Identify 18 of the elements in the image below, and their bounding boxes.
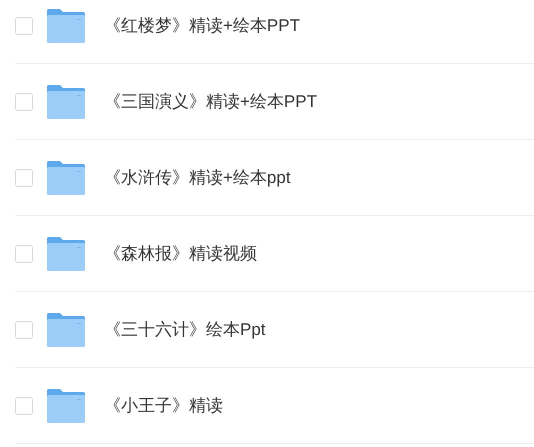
folder-icon — [47, 84, 85, 118]
file-name[interactable]: 《水浒传》精读+绘本ppt — [104, 164, 291, 190]
folder-icon — [47, 388, 85, 422]
file-name[interactable]: 《三十六计》绘本Ppt — [104, 316, 266, 342]
file-name[interactable]: 《红楼梦》精读+绘本PPT — [104, 12, 300, 38]
folder-icon — [47, 8, 85, 42]
checkbox[interactable] — [15, 244, 33, 262]
file-name[interactable]: 《森林报》精读视频 — [104, 240, 257, 266]
checkbox[interactable] — [15, 168, 33, 186]
file-name[interactable]: 《小王子》精读 — [104, 392, 223, 418]
checkbox[interactable] — [15, 16, 33, 34]
folder-icon — [47, 160, 85, 194]
folder-icon — [47, 312, 85, 346]
file-name[interactable]: 《三国演义》精读+绘本PPT — [104, 88, 317, 114]
checkbox[interactable] — [15, 396, 33, 414]
checkbox[interactable] — [15, 320, 33, 338]
checkbox[interactable] — [15, 92, 33, 110]
folder-icon — [47, 236, 85, 270]
